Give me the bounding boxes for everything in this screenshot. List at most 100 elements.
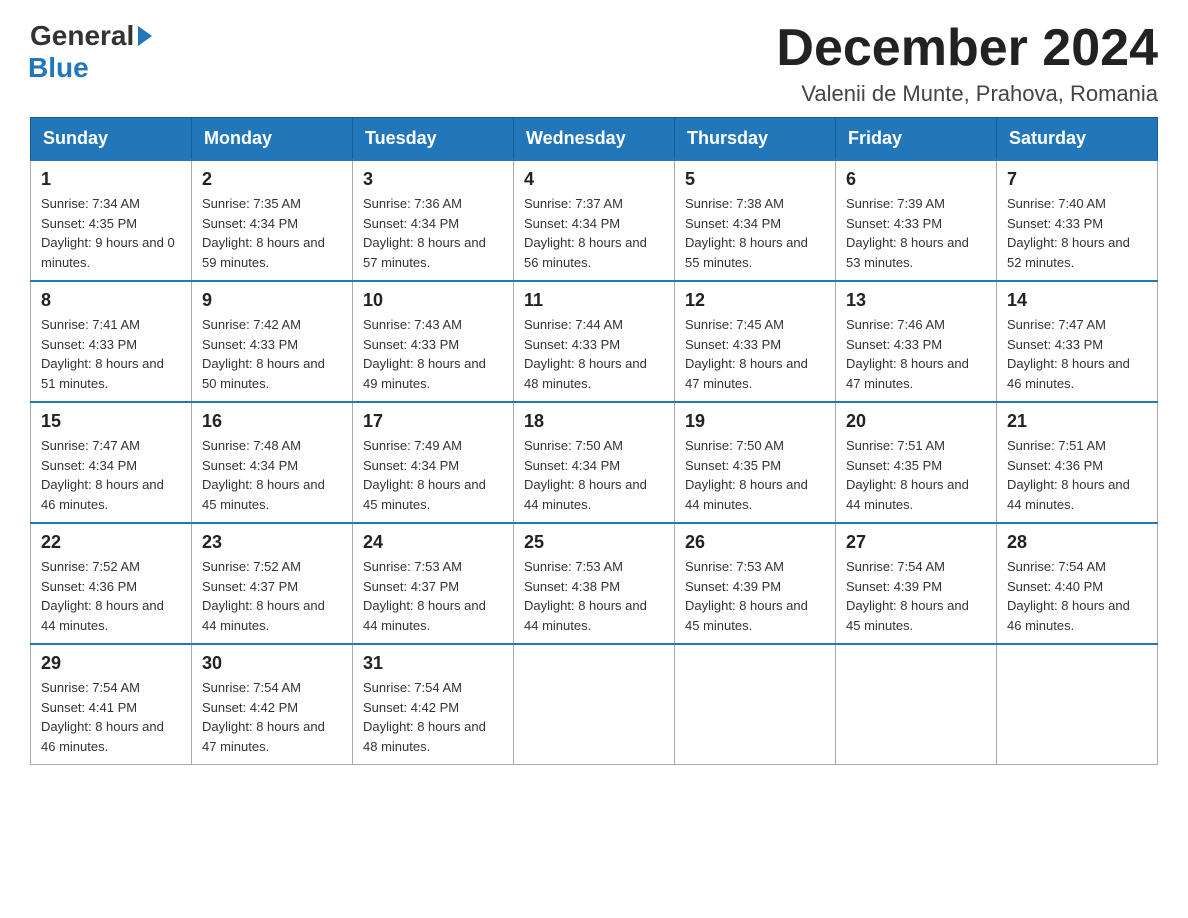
day-info: Sunrise: 7:52 AMSunset: 4:36 PMDaylight:… xyxy=(41,557,181,635)
day-info: Sunrise: 7:51 AMSunset: 4:35 PMDaylight:… xyxy=(846,436,986,514)
day-header-thursday: Thursday xyxy=(675,118,836,161)
day-info: Sunrise: 7:49 AMSunset: 4:34 PMDaylight:… xyxy=(363,436,503,514)
calendar-cell: 2 Sunrise: 7:35 AMSunset: 4:34 PMDayligh… xyxy=(192,160,353,281)
calendar-cell xyxy=(675,644,836,765)
day-number: 4 xyxy=(524,169,664,190)
day-header-tuesday: Tuesday xyxy=(353,118,514,161)
day-info: Sunrise: 7:37 AMSunset: 4:34 PMDaylight:… xyxy=(524,194,664,272)
calendar-cell xyxy=(997,644,1158,765)
calendar-cell: 14 Sunrise: 7:47 AMSunset: 4:33 PMDaylig… xyxy=(997,281,1158,402)
day-number: 25 xyxy=(524,532,664,553)
calendar-cell xyxy=(514,644,675,765)
calendar-cell: 18 Sunrise: 7:50 AMSunset: 4:34 PMDaylig… xyxy=(514,402,675,523)
calendar-cell: 29 Sunrise: 7:54 AMSunset: 4:41 PMDaylig… xyxy=(31,644,192,765)
day-number: 23 xyxy=(202,532,342,553)
calendar-cell: 17 Sunrise: 7:49 AMSunset: 4:34 PMDaylig… xyxy=(353,402,514,523)
day-number: 29 xyxy=(41,653,181,674)
calendar-subtitle: Valenii de Munte, Prahova, Romania xyxy=(776,81,1158,107)
day-number: 24 xyxy=(363,532,503,553)
day-info: Sunrise: 7:47 AMSunset: 4:33 PMDaylight:… xyxy=(1007,315,1147,393)
logo-arrow-icon xyxy=(138,26,152,46)
calendar-cell: 8 Sunrise: 7:41 AMSunset: 4:33 PMDayligh… xyxy=(31,281,192,402)
day-number: 31 xyxy=(363,653,503,674)
day-number: 14 xyxy=(1007,290,1147,311)
week-row-1: 1 Sunrise: 7:34 AMSunset: 4:35 PMDayligh… xyxy=(31,160,1158,281)
logo-blue-text: Blue xyxy=(28,52,89,84)
day-info: Sunrise: 7:54 AMSunset: 4:40 PMDaylight:… xyxy=(1007,557,1147,635)
day-info: Sunrise: 7:54 AMSunset: 4:41 PMDaylight:… xyxy=(41,678,181,756)
day-number: 19 xyxy=(685,411,825,432)
calendar-cell: 6 Sunrise: 7:39 AMSunset: 4:33 PMDayligh… xyxy=(836,160,997,281)
day-info: Sunrise: 7:34 AMSunset: 4:35 PMDaylight:… xyxy=(41,194,181,272)
day-number: 7 xyxy=(1007,169,1147,190)
title-block: December 2024 Valenii de Munte, Prahova,… xyxy=(776,20,1158,107)
day-number: 12 xyxy=(685,290,825,311)
day-info: Sunrise: 7:50 AMSunset: 4:35 PMDaylight:… xyxy=(685,436,825,514)
day-info: Sunrise: 7:54 AMSunset: 4:42 PMDaylight:… xyxy=(363,678,503,756)
day-number: 6 xyxy=(846,169,986,190)
calendar-cell: 25 Sunrise: 7:53 AMSunset: 4:38 PMDaylig… xyxy=(514,523,675,644)
calendar-header-row: SundayMondayTuesdayWednesdayThursdayFrid… xyxy=(31,118,1158,161)
day-info: Sunrise: 7:39 AMSunset: 4:33 PMDaylight:… xyxy=(846,194,986,272)
day-info: Sunrise: 7:42 AMSunset: 4:33 PMDaylight:… xyxy=(202,315,342,393)
day-header-saturday: Saturday xyxy=(997,118,1158,161)
day-info: Sunrise: 7:51 AMSunset: 4:36 PMDaylight:… xyxy=(1007,436,1147,514)
day-number: 22 xyxy=(41,532,181,553)
day-number: 21 xyxy=(1007,411,1147,432)
day-header-monday: Monday xyxy=(192,118,353,161)
calendar-cell: 15 Sunrise: 7:47 AMSunset: 4:34 PMDaylig… xyxy=(31,402,192,523)
calendar-cell: 11 Sunrise: 7:44 AMSunset: 4:33 PMDaylig… xyxy=(514,281,675,402)
day-info: Sunrise: 7:53 AMSunset: 4:37 PMDaylight:… xyxy=(363,557,503,635)
day-number: 2 xyxy=(202,169,342,190)
day-info: Sunrise: 7:38 AMSunset: 4:34 PMDaylight:… xyxy=(685,194,825,272)
day-header-wednesday: Wednesday xyxy=(514,118,675,161)
calendar-cell: 20 Sunrise: 7:51 AMSunset: 4:35 PMDaylig… xyxy=(836,402,997,523)
day-info: Sunrise: 7:48 AMSunset: 4:34 PMDaylight:… xyxy=(202,436,342,514)
calendar-cell: 19 Sunrise: 7:50 AMSunset: 4:35 PMDaylig… xyxy=(675,402,836,523)
day-info: Sunrise: 7:36 AMSunset: 4:34 PMDaylight:… xyxy=(363,194,503,272)
day-info: Sunrise: 7:54 AMSunset: 4:42 PMDaylight:… xyxy=(202,678,342,756)
day-info: Sunrise: 7:50 AMSunset: 4:34 PMDaylight:… xyxy=(524,436,664,514)
calendar-cell: 7 Sunrise: 7:40 AMSunset: 4:33 PMDayligh… xyxy=(997,160,1158,281)
day-info: Sunrise: 7:52 AMSunset: 4:37 PMDaylight:… xyxy=(202,557,342,635)
day-number: 13 xyxy=(846,290,986,311)
day-number: 28 xyxy=(1007,532,1147,553)
calendar-cell: 4 Sunrise: 7:37 AMSunset: 4:34 PMDayligh… xyxy=(514,160,675,281)
calendar-cell: 21 Sunrise: 7:51 AMSunset: 4:36 PMDaylig… xyxy=(997,402,1158,523)
logo-general-text: General xyxy=(30,20,134,52)
day-info: Sunrise: 7:46 AMSunset: 4:33 PMDaylight:… xyxy=(846,315,986,393)
day-number: 5 xyxy=(685,169,825,190)
day-number: 9 xyxy=(202,290,342,311)
day-number: 17 xyxy=(363,411,503,432)
day-number: 1 xyxy=(41,169,181,190)
day-number: 3 xyxy=(363,169,503,190)
calendar-cell: 5 Sunrise: 7:38 AMSunset: 4:34 PMDayligh… xyxy=(675,160,836,281)
calendar-cell: 3 Sunrise: 7:36 AMSunset: 4:34 PMDayligh… xyxy=(353,160,514,281)
calendar-title: December 2024 xyxy=(776,20,1158,77)
day-number: 26 xyxy=(685,532,825,553)
day-number: 30 xyxy=(202,653,342,674)
day-number: 8 xyxy=(41,290,181,311)
logo: General Blue xyxy=(30,20,152,84)
day-header-sunday: Sunday xyxy=(31,118,192,161)
calendar-cell: 28 Sunrise: 7:54 AMSunset: 4:40 PMDaylig… xyxy=(997,523,1158,644)
day-number: 16 xyxy=(202,411,342,432)
page-header: General Blue December 2024 Valenii de Mu… xyxy=(30,20,1158,107)
day-header-friday: Friday xyxy=(836,118,997,161)
day-info: Sunrise: 7:43 AMSunset: 4:33 PMDaylight:… xyxy=(363,315,503,393)
week-row-4: 22 Sunrise: 7:52 AMSunset: 4:36 PMDaylig… xyxy=(31,523,1158,644)
calendar-cell: 22 Sunrise: 7:52 AMSunset: 4:36 PMDaylig… xyxy=(31,523,192,644)
day-info: Sunrise: 7:44 AMSunset: 4:33 PMDaylight:… xyxy=(524,315,664,393)
day-info: Sunrise: 7:47 AMSunset: 4:34 PMDaylight:… xyxy=(41,436,181,514)
day-info: Sunrise: 7:40 AMSunset: 4:33 PMDaylight:… xyxy=(1007,194,1147,272)
day-info: Sunrise: 7:45 AMSunset: 4:33 PMDaylight:… xyxy=(685,315,825,393)
day-number: 18 xyxy=(524,411,664,432)
calendar-cell: 9 Sunrise: 7:42 AMSunset: 4:33 PMDayligh… xyxy=(192,281,353,402)
day-info: Sunrise: 7:41 AMSunset: 4:33 PMDaylight:… xyxy=(41,315,181,393)
calendar-cell: 1 Sunrise: 7:34 AMSunset: 4:35 PMDayligh… xyxy=(31,160,192,281)
calendar-cell: 27 Sunrise: 7:54 AMSunset: 4:39 PMDaylig… xyxy=(836,523,997,644)
calendar-cell: 16 Sunrise: 7:48 AMSunset: 4:34 PMDaylig… xyxy=(192,402,353,523)
week-row-2: 8 Sunrise: 7:41 AMSunset: 4:33 PMDayligh… xyxy=(31,281,1158,402)
day-number: 20 xyxy=(846,411,986,432)
calendar-cell: 13 Sunrise: 7:46 AMSunset: 4:33 PMDaylig… xyxy=(836,281,997,402)
